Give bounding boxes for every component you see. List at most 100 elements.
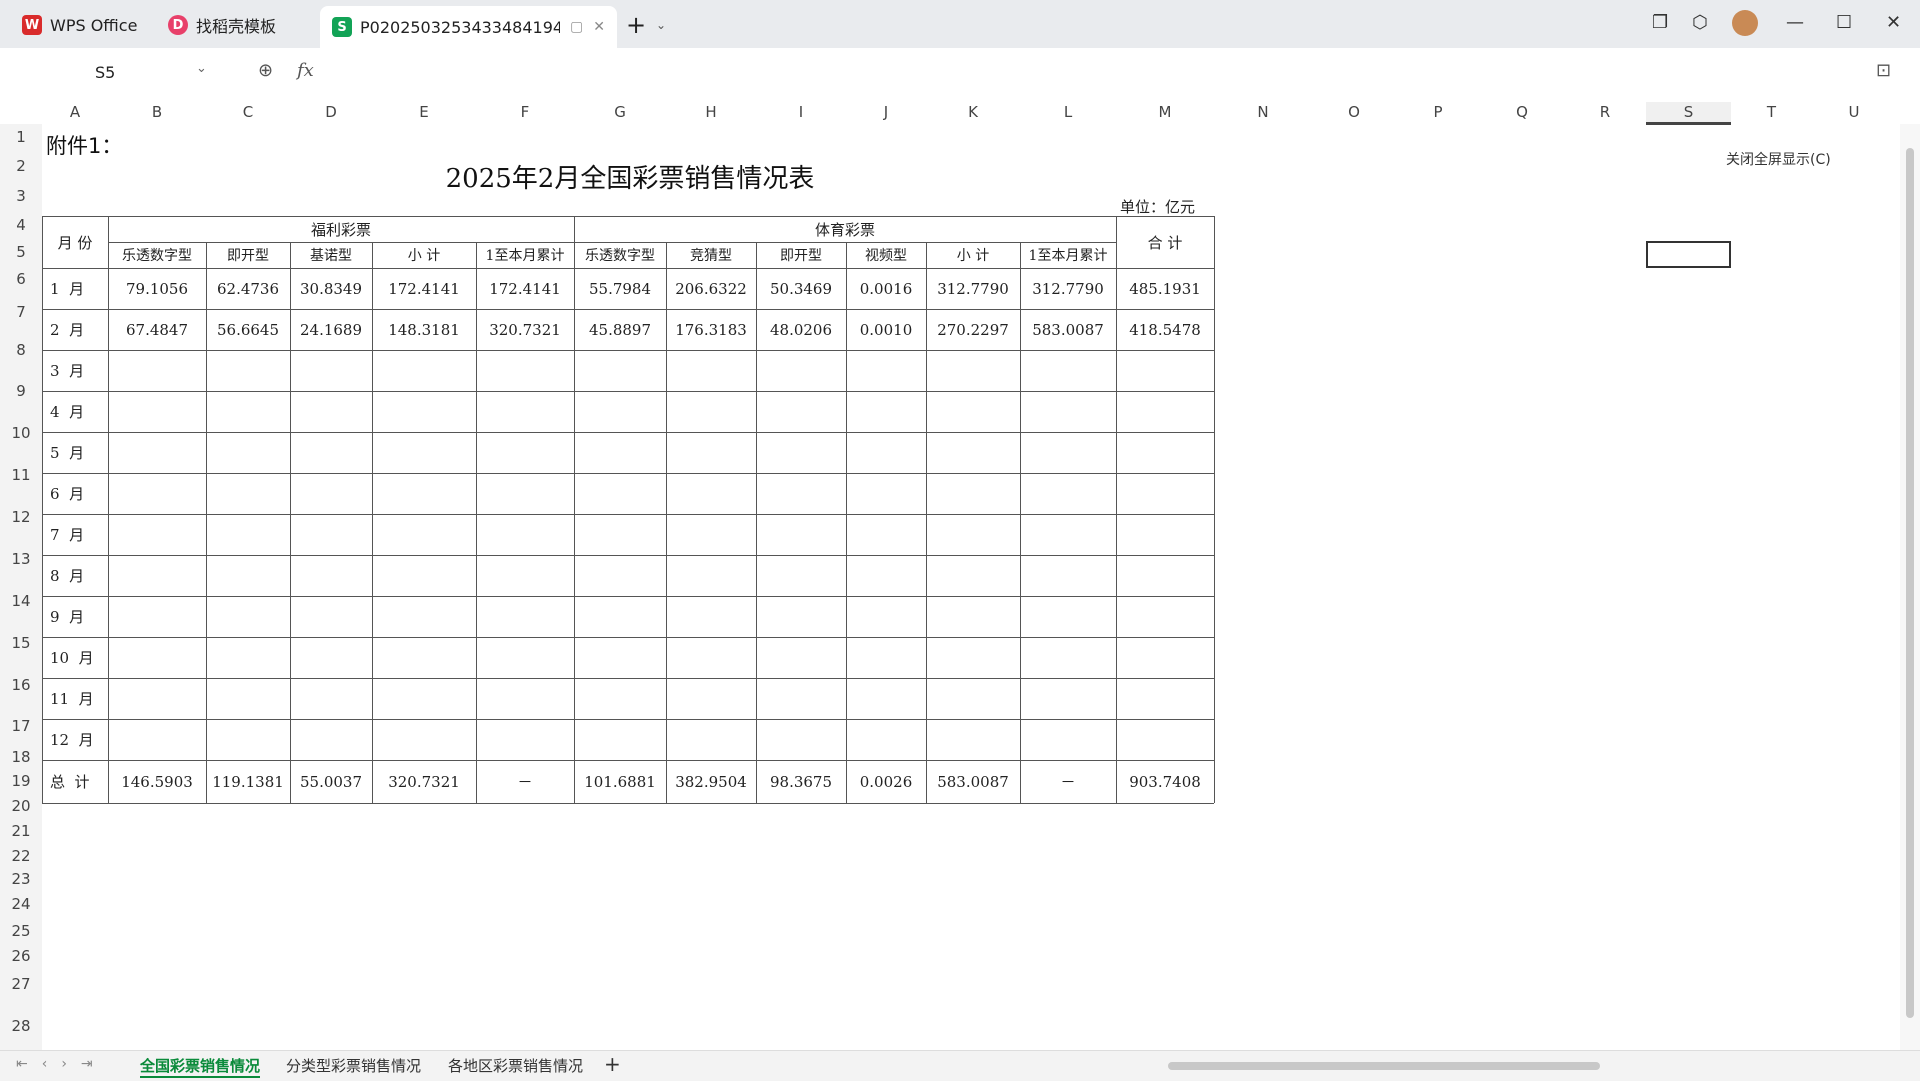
column-header-o[interactable]: O xyxy=(1312,102,1396,122)
value-cell[interactable] xyxy=(574,391,666,432)
value-cell[interactable] xyxy=(1116,719,1214,760)
value-cell[interactable]: 119.1381 xyxy=(206,760,290,803)
value-cell[interactable] xyxy=(372,555,476,596)
column-header-i[interactable]: I xyxy=(756,102,846,122)
new-tab-button[interactable]: + xyxy=(626,8,646,42)
value-cell[interactable] xyxy=(290,473,372,514)
value-cell[interactable] xyxy=(666,596,756,637)
value-cell[interactable] xyxy=(372,473,476,514)
row-header-23[interactable]: 23 xyxy=(0,868,42,890)
value-cell[interactable] xyxy=(926,555,1020,596)
value-cell[interactable] xyxy=(290,596,372,637)
column-header-q[interactable]: Q xyxy=(1480,102,1564,122)
value-cell[interactable] xyxy=(1020,350,1116,391)
row-header-18[interactable]: 18 xyxy=(0,746,42,768)
value-cell[interactable] xyxy=(574,555,666,596)
value-cell[interactable] xyxy=(372,637,476,678)
value-cell[interactable] xyxy=(108,678,206,719)
month-cell[interactable]: 10 月 xyxy=(42,637,108,678)
value-cell[interactable] xyxy=(206,555,290,596)
value-cell[interactable] xyxy=(756,637,846,678)
value-cell[interactable]: 270.2297 xyxy=(926,309,1020,350)
value-cell[interactable] xyxy=(108,432,206,473)
row-header-25[interactable]: 25 xyxy=(0,918,42,944)
month-cell[interactable]: 7 月 xyxy=(42,514,108,555)
value-cell[interactable] xyxy=(574,719,666,760)
header-sub-9[interactable]: 视频型 xyxy=(846,242,926,268)
value-cell[interactable] xyxy=(476,719,574,760)
month-cell[interactable]: 2 月 xyxy=(42,309,108,350)
value-cell[interactable] xyxy=(206,678,290,719)
value-cell[interactable] xyxy=(1020,719,1116,760)
value-cell[interactable] xyxy=(926,596,1020,637)
value-cell[interactable] xyxy=(1116,514,1214,555)
column-header-c[interactable]: C xyxy=(206,102,290,122)
value-cell[interactable]: 418.5478 xyxy=(1116,309,1214,350)
value-cell[interactable] xyxy=(206,719,290,760)
header-sub-6[interactable]: 乐透数字型 xyxy=(574,242,666,268)
value-cell[interactable] xyxy=(1116,473,1214,514)
value-cell[interactable] xyxy=(846,637,926,678)
value-cell[interactable]: 30.8349 xyxy=(290,268,372,309)
month-cell[interactable]: 4 月 xyxy=(42,391,108,432)
value-cell[interactable] xyxy=(476,596,574,637)
value-cell[interactable] xyxy=(666,473,756,514)
value-cell[interactable] xyxy=(206,596,290,637)
value-cell[interactable] xyxy=(926,350,1020,391)
value-cell[interactable] xyxy=(756,473,846,514)
value-cell[interactable] xyxy=(372,678,476,719)
value-cell[interactable] xyxy=(372,350,476,391)
value-cell[interactable]: 312.7790 xyxy=(926,268,1020,309)
tab-docer-templates[interactable]: D 找稻壳模板 xyxy=(168,8,276,42)
value-cell[interactable] xyxy=(1116,555,1214,596)
column-header-j[interactable]: J xyxy=(846,102,926,122)
value-cell[interactable] xyxy=(574,350,666,391)
value-cell[interactable]: 485.1931 xyxy=(1116,268,1214,309)
minimize-icon[interactable]: — xyxy=(1786,12,1804,33)
header-sub-7[interactable]: 竞猜型 xyxy=(666,242,756,268)
value-cell[interactable] xyxy=(372,514,476,555)
value-cell[interactable] xyxy=(1020,555,1116,596)
header-sub-5[interactable]: 1至本月累计 xyxy=(476,242,574,268)
chevron-down-icon[interactable]: ⌄ xyxy=(196,61,207,76)
value-cell[interactable] xyxy=(476,678,574,719)
value-cell[interactable] xyxy=(108,555,206,596)
row-header-12[interactable]: 12 xyxy=(0,496,42,538)
value-cell[interactable] xyxy=(666,719,756,760)
row-header-17[interactable]: 17 xyxy=(0,706,42,746)
value-cell[interactable] xyxy=(108,719,206,760)
value-cell[interactable] xyxy=(476,637,574,678)
value-cell[interactable] xyxy=(574,514,666,555)
value-cell[interactable] xyxy=(666,637,756,678)
column-header-m[interactable]: M xyxy=(1116,102,1214,122)
value-cell[interactable] xyxy=(846,473,926,514)
value-cell[interactable]: 903.7408 xyxy=(1116,760,1214,803)
value-cell[interactable] xyxy=(756,555,846,596)
month-cell[interactable]: 3 月 xyxy=(42,350,108,391)
tab-wps-office[interactable]: W WPS Office xyxy=(22,8,137,42)
value-cell[interactable]: 45.8897 xyxy=(574,309,666,350)
column-header-a[interactable]: A xyxy=(42,102,108,122)
row-header-24[interactable]: 24 xyxy=(0,890,42,918)
value-cell[interactable] xyxy=(756,350,846,391)
value-cell[interactable]: 148.3181 xyxy=(372,309,476,350)
row-header-5[interactable]: 5 xyxy=(0,240,42,264)
value-cell[interactable]: 48.0206 xyxy=(756,309,846,350)
selected-cell-s5[interactable] xyxy=(1646,241,1731,268)
value-cell[interactable] xyxy=(206,637,290,678)
value-cell[interactable] xyxy=(108,391,206,432)
column-header-p[interactable]: P xyxy=(1396,102,1480,122)
value-cell[interactable] xyxy=(476,514,574,555)
value-cell[interactable] xyxy=(666,678,756,719)
value-cell[interactable]: 206.6322 xyxy=(666,268,756,309)
value-cell[interactable] xyxy=(926,719,1020,760)
horizontal-scroll-thumb[interactable] xyxy=(1168,1062,1600,1070)
value-cell[interactable] xyxy=(1020,637,1116,678)
row-header-4[interactable]: 4 xyxy=(0,210,42,240)
value-cell[interactable]: 79.1056 xyxy=(108,268,206,309)
value-cell[interactable] xyxy=(846,432,926,473)
value-cell[interactable] xyxy=(666,555,756,596)
value-cell[interactable] xyxy=(846,719,926,760)
expand-formula-icon[interactable]: ⊡ xyxy=(1876,60,1891,81)
row-header-26[interactable]: 26 xyxy=(0,944,42,968)
